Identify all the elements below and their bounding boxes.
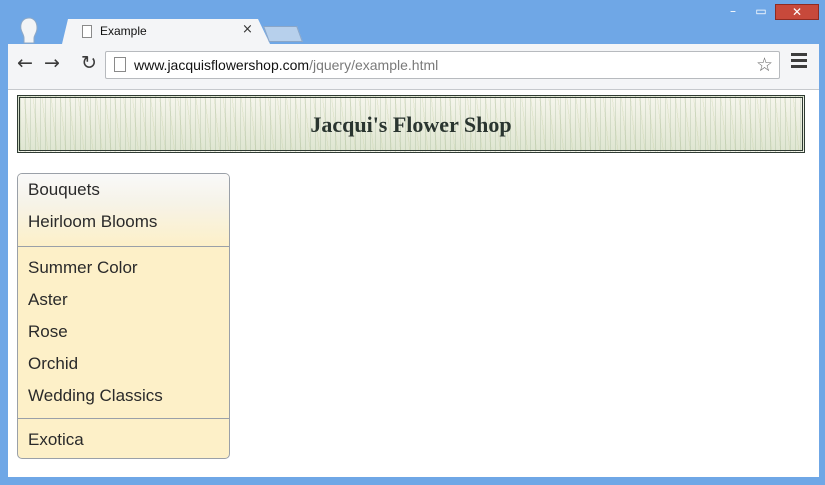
tab-close-icon[interactable]: ×	[242, 22, 253, 37]
menu-item-wedding-classics[interactable]: Wedding Classics	[18, 380, 229, 412]
browser-menu-icon[interactable]	[791, 53, 807, 69]
menu-group-1: Bouquets Heirloom Blooms	[18, 174, 229, 246]
menu-item-aster[interactable]: Aster	[18, 284, 229, 316]
reload-icon[interactable]: ↻	[78, 52, 100, 74]
maximize-button[interactable]: ▭	[752, 4, 770, 20]
back-arrow-icon[interactable]: ←	[14, 52, 36, 74]
shop-banner: Jacqui's Flower Shop	[17, 95, 805, 153]
url-host: www.jacquisflowershop.com	[134, 57, 310, 73]
minimize-button[interactable]: –	[724, 4, 742, 20]
url-path: /jquery/example.html	[309, 57, 439, 73]
url-text[interactable]: www.jacquisflowershop.com/jquery/example…	[134, 57, 438, 73]
menu-item-summer-color[interactable]: Summer Color	[18, 252, 229, 284]
page-favicon-icon	[82, 25, 92, 38]
menu-item-rose[interactable]: Rose	[18, 316, 229, 348]
browser-toolbar: ← → ↻ www.jacquisflowershop.com/jquery/e…	[8, 44, 819, 90]
menu-group-2: Summer Color Aster Rose Orchid Wedding C…	[18, 246, 229, 418]
menu-item-heirloom-blooms[interactable]: Heirloom Blooms	[18, 206, 229, 238]
bookmark-star-icon[interactable]: ☆	[756, 54, 773, 76]
page-title: Jacqui's Flower Shop	[310, 112, 512, 137]
address-bar[interactable]: www.jacquisflowershop.com/jquery/example…	[105, 51, 780, 79]
close-window-button[interactable]: ✕	[775, 4, 819, 20]
forward-arrow-icon[interactable]: →	[41, 52, 63, 74]
menu-item-exotica[interactable]: Exotica	[18, 424, 229, 456]
tab-title: Example	[100, 24, 147, 38]
page-icon	[114, 57, 126, 72]
user-avatar-icon[interactable]	[16, 16, 42, 44]
tab-example[interactable]: Example ×	[62, 19, 270, 44]
new-tab-button[interactable]	[263, 26, 303, 42]
page-content: Jacqui's Flower Shop Bouquets Heirloom B…	[8, 90, 819, 477]
menu-item-bouquets[interactable]: Bouquets	[18, 174, 229, 206]
menu-item-orchid[interactable]: Orchid	[18, 348, 229, 380]
window-titlebar: Example × – ▭ ✕	[0, 0, 825, 44]
menu-group-3: Exotica	[18, 418, 229, 456]
category-menu: Bouquets Heirloom Blooms Summer Color As…	[17, 173, 230, 459]
